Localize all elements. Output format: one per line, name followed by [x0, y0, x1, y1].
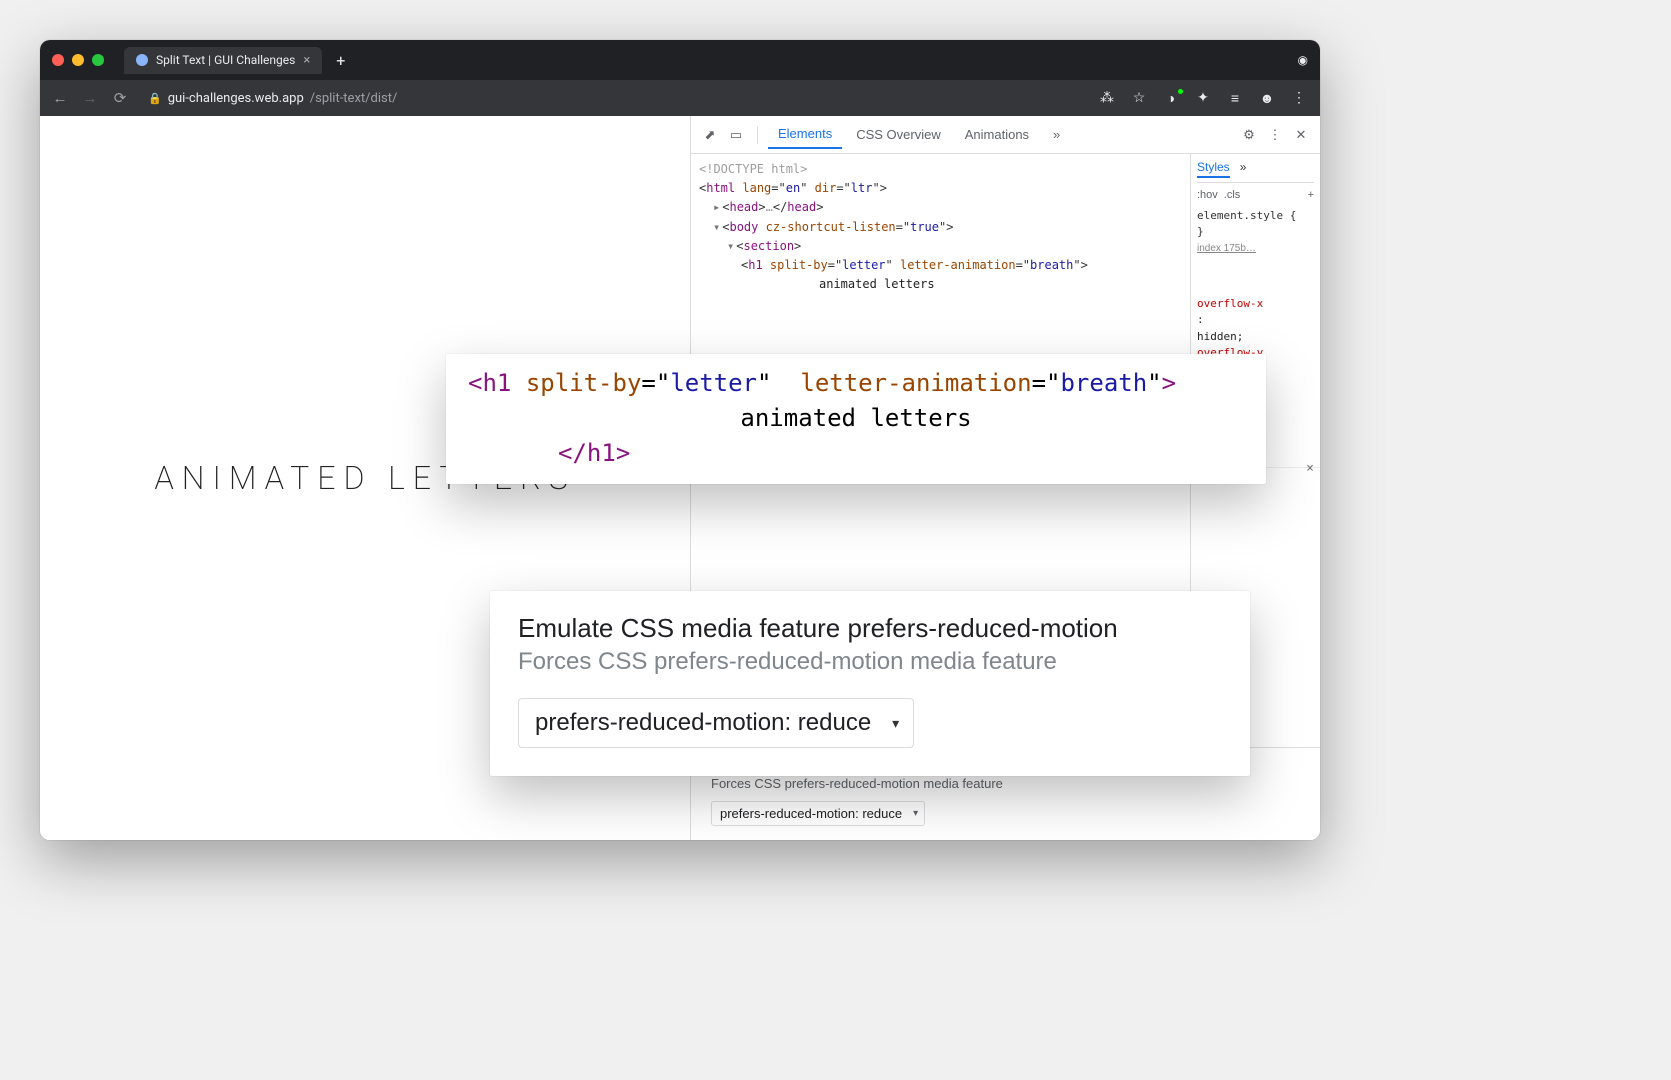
code-line-2: animated letters [468, 401, 1244, 436]
inspect-element-icon[interactable]: ⬈ [699, 127, 721, 143]
styles-source-link[interactable]: index 175b… [1197, 241, 1314, 256]
url-host: gui-challenges.web.app [168, 91, 304, 106]
devtools-toolbar: ⬈ ▭ Elements CSS Overview Animations » ⚙… [691, 116, 1320, 154]
dom-h1-open[interactable]: <h1 split-by="letter" letter-animation="… [699, 256, 1182, 275]
dom-body-open[interactable]: ▾<body cz-shortcut-listen="true"> [699, 218, 1182, 237]
reload-button[interactable]: ⟳ [110, 89, 130, 107]
new-tab-button[interactable]: + [328, 51, 353, 70]
kebab-menu-icon[interactable]: ⋮ [1288, 90, 1310, 106]
tab-title: Split Text | GUI Challenges [156, 53, 295, 67]
styles-add-rule-button[interactable]: + [1308, 187, 1314, 204]
render-callout-select-value: prefers-reduced-motion: reduce [535, 709, 871, 737]
window-controls [52, 54, 104, 66]
code-line-1: <h1 split-by="letter" letter-animation="… [468, 366, 1244, 401]
separator [757, 126, 758, 144]
browser-window: Split Text | GUI Challenges × + ◉ ← → ⟳ … [40, 40, 1320, 840]
account-indicator-icon[interactable]: ◉ [1298, 53, 1308, 67]
reading-list-icon[interactable]: ≡ [1224, 90, 1246, 107]
tab-animations[interactable]: Animations [955, 121, 1039, 148]
url-field[interactable]: 🔒 gui-challenges.web.app/split-text/dist… [140, 89, 405, 108]
select-value: prefers-reduced-motion: reduce [720, 806, 902, 821]
chevron-down-icon: ▾ [892, 715, 899, 732]
styles-hov-toggle[interactable]: :hov [1197, 187, 1218, 204]
render-callout-select[interactable]: prefers-reduced-motion: reduce ▾ [518, 698, 914, 748]
device-toggle-icon[interactable]: ▭ [725, 127, 747, 143]
dom-h1-text: animated letters [699, 275, 1182, 294]
render-callout: Emulate CSS media feature prefers-reduce… [490, 591, 1250, 776]
code-line-3: </h1> [468, 436, 1244, 471]
translate-icon[interactable]: ⁂ [1096, 90, 1118, 106]
render-option-sub: Forces CSS prefers-reduced-motion media … [711, 776, 1300, 791]
tab-more[interactable]: » [1043, 121, 1070, 148]
styles-element-style[interactable]: element.style { } [1197, 208, 1314, 241]
globe-icon [136, 54, 148, 66]
dom-html-open[interactable]: <html lang="en" dir="ltr"> [699, 179, 1182, 198]
back-button[interactable]: ← [50, 89, 70, 107]
styles-cls-toggle[interactable]: .cls [1224, 187, 1241, 204]
lock-icon: 🔒 [148, 92, 162, 105]
tab-elements[interactable]: Elements [768, 120, 842, 149]
tab-css-overview[interactable]: CSS Overview [846, 121, 951, 148]
reduced-motion-select[interactable]: prefers-reduced-motion: reduce ▾ [711, 801, 925, 826]
close-devtools-icon[interactable]: ✕ [1290, 127, 1312, 143]
tab-styles[interactable]: Styles [1197, 158, 1230, 178]
code-callout: <h1 split-by="letter" letter-animation="… [446, 354, 1266, 484]
minimize-window-button[interactable] [72, 54, 84, 66]
extensions-icon[interactable]: ✦ [1192, 90, 1214, 106]
address-bar: ← → ⟳ 🔒 gui-challenges.web.app/split-tex… [40, 80, 1320, 116]
tab-strip: Split Text | GUI Challenges × + [124, 47, 353, 74]
forward-button[interactable]: → [80, 89, 100, 107]
kebab-icon[interactable]: ⋮ [1264, 127, 1286, 143]
render-callout-title: Emulate CSS media feature prefers-reduce… [518, 613, 1222, 644]
titlebar: Split Text | GUI Challenges × + ◉ [40, 40, 1320, 80]
close-icon[interactable]: × [1306, 459, 1314, 479]
maximize-window-button[interactable] [92, 54, 104, 66]
bookmark-icon[interactable]: ☆ [1128, 90, 1150, 106]
tab-styles-more[interactable]: » [1240, 158, 1247, 178]
content-area: ANIMATED LETTERS ⬈ ▭ Elements CSS Overvi… [40, 116, 1320, 840]
render-callout-sub: Forces CSS prefers-reduced-motion media … [518, 648, 1222, 676]
close-tab-icon[interactable]: × [303, 53, 310, 68]
dom-head[interactable]: ▸<head>…</head> [699, 198, 1182, 217]
chevron-down-icon: ▾ [913, 808, 918, 819]
url-path: /split-text/dist/ [310, 91, 398, 106]
extension-visbug-icon[interactable]: ◑ [1160, 90, 1182, 107]
profile-icon[interactable]: ☻ [1256, 90, 1278, 107]
tab-split-text[interactable]: Split Text | GUI Challenges × [124, 47, 322, 74]
dom-section-open[interactable]: ▾<section> [699, 237, 1182, 256]
gear-icon[interactable]: ⚙ [1238, 127, 1260, 143]
dom-doctype: <!DOCTYPE html> [699, 162, 807, 176]
close-window-button[interactable] [52, 54, 64, 66]
